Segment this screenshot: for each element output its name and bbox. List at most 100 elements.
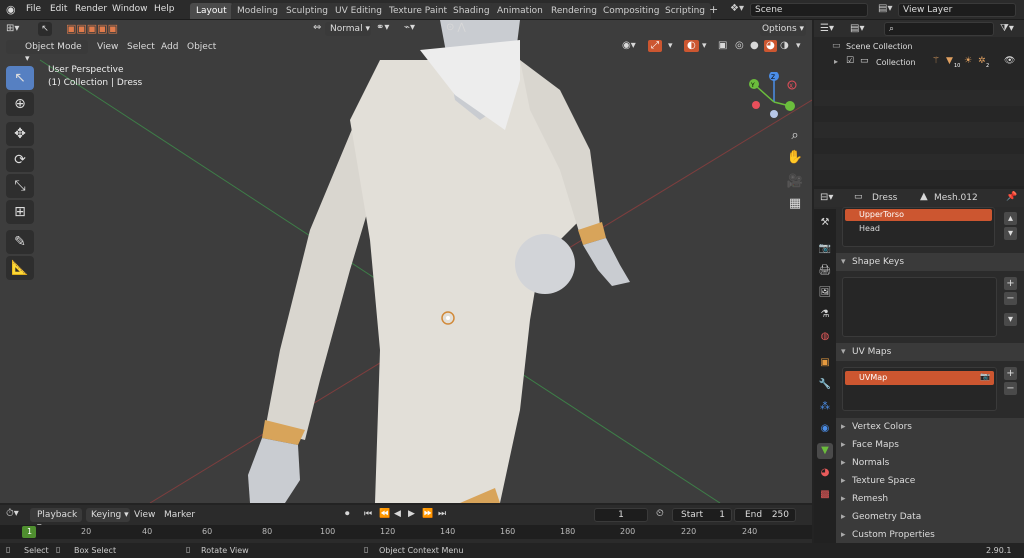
vp-menu-view[interactable]: View: [97, 42, 118, 52]
eye-visibility-icon[interactable]: 👁: [1004, 57, 1015, 66]
vp-menu-object[interactable]: Object: [187, 42, 216, 52]
clock-icon[interactable]: ⏲: [656, 509, 664, 519]
transform-tool-button[interactable]: ⊞: [6, 200, 34, 224]
tab-animation[interactable]: Animation: [491, 3, 549, 19]
tab-shading[interactable]: Shading: [447, 3, 496, 19]
mesh-name[interactable]: Mesh.012: [934, 193, 978, 203]
uv-maps-panel-header[interactable]: UV Maps: [836, 343, 1024, 361]
scene-selector-icon[interactable]: ❖▾: [730, 4, 744, 14]
view-layer-field[interactable]: View Layer: [898, 3, 1016, 17]
tab-output-icon[interactable]: 🖨: [817, 263, 833, 279]
scale-tool-button[interactable]: ⤡: [6, 174, 34, 198]
tab-compositing[interactable]: Compositing: [597, 3, 666, 19]
select-box-icon[interactable]: ▣▣▣▣▣: [66, 23, 118, 34]
gizmo-dropdown-icon[interactable]: ▾: [668, 42, 673, 51]
tab-object-icon[interactable]: ▣: [817, 355, 833, 371]
menu-render[interactable]: Render: [75, 4, 107, 14]
timeline-menu-view[interactable]: View: [134, 510, 155, 520]
next-keyframe-icon[interactable]: ⏩: [422, 510, 433, 519]
camera-render-icon[interactable]: 📷: [980, 373, 990, 381]
shape-key-menu-button[interactable]: ▾: [1004, 313, 1017, 326]
transform-orientation-icon[interactable]: ⇔: [313, 23, 321, 33]
geometry-data-panel-header[interactable]: Geometry Data: [836, 508, 1024, 526]
shape-keys-panel-header[interactable]: Shape Keys: [836, 253, 1024, 271]
tab-modifier-icon[interactable]: 🔧: [817, 377, 833, 393]
tab-view-layer-icon[interactable]: 🖼: [817, 285, 833, 301]
tab-modeling[interactable]: Modeling: [231, 3, 284, 19]
current-frame-field[interactable]: 1: [594, 508, 648, 522]
snap-icon[interactable]: ⌁▾: [404, 23, 415, 33]
shading-dropdown-icon[interactable]: ▾: [796, 42, 801, 51]
tab-tool-icon[interactable]: ⚒: [817, 215, 833, 231]
tab-texture-icon[interactable]: ▩: [817, 487, 833, 503]
outliner-display-icon[interactable]: ▤▾: [850, 24, 864, 34]
tab-render-icon[interactable]: 📷: [817, 241, 833, 257]
play-icon[interactable]: ▶: [408, 510, 415, 519]
uv-map-add-button[interactable]: +: [1004, 367, 1017, 380]
timeline-menu-marker[interactable]: Marker: [164, 510, 195, 520]
orientation-dropdown[interactable]: Normal ▾: [325, 22, 371, 36]
tab-uv-editing[interactable]: UV Editing: [329, 3, 388, 19]
editor-type-icon[interactable]: ⊞▾: [6, 24, 19, 34]
visibility-icon[interactable]: ◉▾: [622, 41, 636, 51]
shape-key-add-button[interactable]: +: [1004, 277, 1017, 290]
shape-keys-list[interactable]: [842, 277, 997, 337]
tab-material-icon[interactable]: ◕: [817, 465, 833, 481]
tab-texture-paint[interactable]: Texture Paint: [383, 3, 454, 19]
solid-shading-icon[interactable]: ●: [750, 41, 759, 51]
menu-help[interactable]: Help: [154, 4, 175, 14]
3d-viewport[interactable]: ⊞▾ ↖ ▣▣▣▣▣ ⇔ Normal ▾ ⚭▾ ⌁▾ ⊙ ⋀ Options …: [0, 20, 812, 503]
jump-end-icon[interactable]: ⏭: [438, 510, 446, 519]
prev-keyframe-icon[interactable]: ⏪: [379, 510, 390, 519]
face-maps-panel-header[interactable]: Face Maps: [836, 436, 1024, 454]
outliner-search-input[interactable]: ⌕: [884, 22, 994, 36]
uv-map-row[interactable]: UVMap 📷: [845, 371, 994, 385]
normals-panel-header[interactable]: Normals: [836, 454, 1024, 472]
blender-logo-icon[interactable]: ◉: [6, 4, 16, 15]
mode-dropdown[interactable]: Object Mode ▾: [6, 40, 88, 64]
annotate-tool-button[interactable]: ✎: [6, 230, 34, 254]
pan-hand-icon[interactable]: ✋: [785, 148, 805, 168]
collection-checkbox-icon[interactable]: ☑: [846, 57, 854, 66]
gizmo-icon[interactable]: ⤢: [648, 40, 662, 52]
proportional-edit-icon[interactable]: ⊙ ⋀: [446, 23, 466, 33]
tab-mesh-data-icon[interactable]: ▼: [817, 443, 833, 459]
xray-icon[interactable]: ▣: [718, 41, 727, 51]
move-tool-button[interactable]: ✥: [6, 122, 34, 146]
tab-sculpting[interactable]: Sculpting: [280, 3, 335, 19]
pivot-icon[interactable]: ⚭▾: [376, 23, 389, 33]
object-name[interactable]: Dress: [872, 193, 897, 203]
rendered-shading-icon[interactable]: ◑: [780, 41, 789, 51]
start-frame-field[interactable]: Start 1: [672, 508, 732, 522]
vertex-colors-panel-header[interactable]: Vertex Colors: [836, 418, 1024, 436]
navigation-gizmo[interactable]: Y Z X: [746, 72, 806, 132]
vertex-group-up-button[interactable]: ▴: [1004, 212, 1017, 225]
tab-world-icon[interactable]: ◍: [817, 329, 833, 345]
custom-properties-panel-header[interactable]: Custom Properties: [836, 526, 1024, 544]
view-layer-icon[interactable]: ▤▾: [878, 4, 892, 14]
menu-edit[interactable]: Edit: [50, 4, 67, 14]
wireframe-shading-icon[interactable]: ◎: [735, 41, 744, 51]
material-shading-icon[interactable]: ◕: [764, 40, 777, 52]
properties-editor-icon[interactable]: ⊟▾: [820, 193, 833, 203]
camera-view-icon[interactable]: 🎥: [785, 172, 805, 192]
texture-space-panel-header[interactable]: Texture Space: [836, 472, 1024, 490]
vp-menu-add[interactable]: Add: [161, 42, 178, 52]
vertex-groups-list[interactable]: UpperTorso Head: [842, 207, 995, 247]
select-tool-button[interactable]: ↖: [6, 66, 34, 90]
add-workspace-icon[interactable]: +: [709, 4, 718, 15]
remesh-panel-header[interactable]: Remesh: [836, 490, 1024, 508]
zoom-icon[interactable]: ⌕: [785, 126, 805, 146]
rotate-tool-button[interactable]: ⟳: [6, 148, 34, 172]
pin-icon[interactable]: 📌: [1006, 193, 1017, 202]
vp-menu-select[interactable]: Select: [127, 42, 155, 52]
cursor-tool-button[interactable]: ⊕: [6, 92, 34, 116]
filter-icon[interactable]: ⧩▾: [1000, 24, 1014, 34]
play-reverse-icon[interactable]: ◀: [394, 510, 401, 519]
shape-key-remove-button[interactable]: −: [1004, 292, 1017, 305]
scene-collection-label[interactable]: Scene Collection: [846, 42, 913, 51]
expand-arrow-icon[interactable]: ▸: [834, 58, 838, 66]
tab-rendering[interactable]: Rendering: [545, 3, 603, 19]
timeline-editor-icon[interactable]: ⏱▾: [6, 509, 19, 519]
grid-view-icon[interactable]: ▦: [785, 194, 805, 214]
